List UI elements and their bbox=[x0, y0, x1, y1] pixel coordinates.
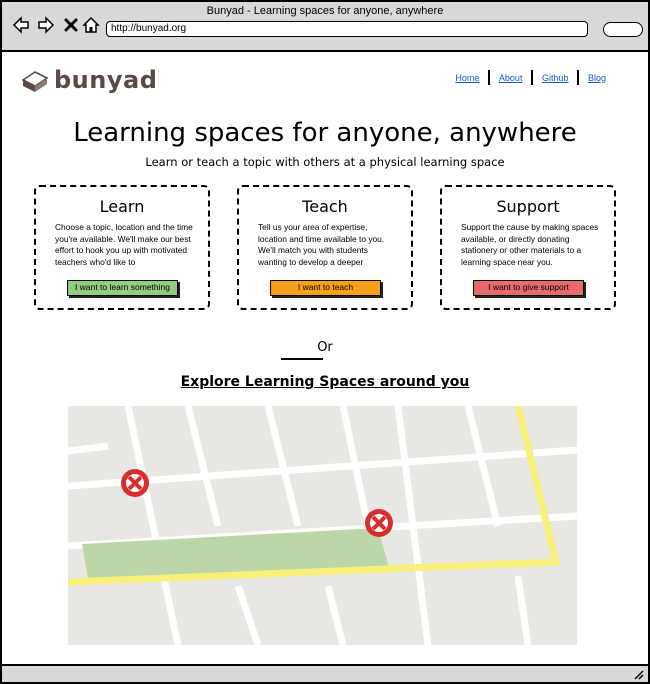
home-icon[interactable] bbox=[82, 16, 100, 34]
or-divider-label: Or bbox=[317, 340, 333, 355]
map[interactable] bbox=[68, 406, 577, 645]
map-roads bbox=[68, 406, 577, 645]
logo-text: bunyad bbox=[54, 66, 158, 94]
support-card: Support Support the cause by making spac… bbox=[440, 185, 616, 310]
close-icon[interactable] bbox=[62, 16, 80, 34]
browser-titlebar: Bunyad - Learning spaces for anyone, any… bbox=[2, 2, 648, 52]
address-bar[interactable]: http://bunyad.org bbox=[106, 21, 588, 37]
map-canvas[interactable] bbox=[68, 406, 577, 645]
nav-link-github[interactable]: Github bbox=[542, 73, 569, 83]
browser-statusbar bbox=[2, 664, 648, 682]
support-button[interactable]: I want to give support bbox=[473, 280, 584, 296]
learning-space-marker-2[interactable] bbox=[365, 509, 393, 537]
card-description: Support the cause by making spaces avail… bbox=[461, 222, 599, 267]
learn-button[interactable]: I want to learn something bbox=[67, 280, 178, 296]
nav-separator bbox=[531, 70, 533, 85]
hero-title: Learning spaces for anyone, anywhere bbox=[73, 118, 577, 148]
forward-arrow-icon[interactable] bbox=[37, 16, 55, 34]
learning-space-marker-1[interactable] bbox=[121, 469, 149, 497]
card-description: Choose a topic, location and the time yo… bbox=[55, 222, 193, 267]
nav-separator bbox=[488, 70, 490, 85]
search-box[interactable] bbox=[603, 22, 643, 37]
card-title: Learn bbox=[99, 197, 145, 216]
hero-subtitle: Learn or teach a topic with others at a … bbox=[145, 155, 505, 169]
teach-card: Teach Tell us your area of expertise, lo… bbox=[237, 185, 413, 310]
or-divider-line bbox=[281, 358, 323, 360]
logo[interactable]: bunyad bbox=[21, 66, 157, 94]
teach-button[interactable]: I want to teach bbox=[270, 280, 381, 296]
browser-window: Bunyad - Learning spaces for anyone, any… bbox=[0, 0, 650, 684]
back-arrow-icon[interactable] bbox=[12, 16, 30, 34]
card-title: Support bbox=[496, 197, 560, 216]
learn-card: Learn Choose a topic, location and the t… bbox=[34, 185, 210, 310]
card-title: Teach bbox=[302, 197, 348, 216]
top-navigation: Home About Github Blog bbox=[455, 70, 606, 85]
resize-grip-icon[interactable] bbox=[632, 668, 644, 680]
card-description: Tell us your area of expertise, location… bbox=[258, 222, 385, 267]
nav-link-about[interactable]: About bbox=[499, 73, 523, 83]
nav-link-blog[interactable]: Blog bbox=[588, 73, 606, 83]
nav-link-home[interactable]: Home bbox=[455, 73, 479, 83]
explore-heading: Explore Learning Spaces around you bbox=[180, 374, 470, 390]
page-content: bunyad Home About Github Blog Learning s… bbox=[2, 52, 648, 664]
nav-separator bbox=[577, 70, 579, 85]
logo-icon bbox=[21, 71, 49, 92]
